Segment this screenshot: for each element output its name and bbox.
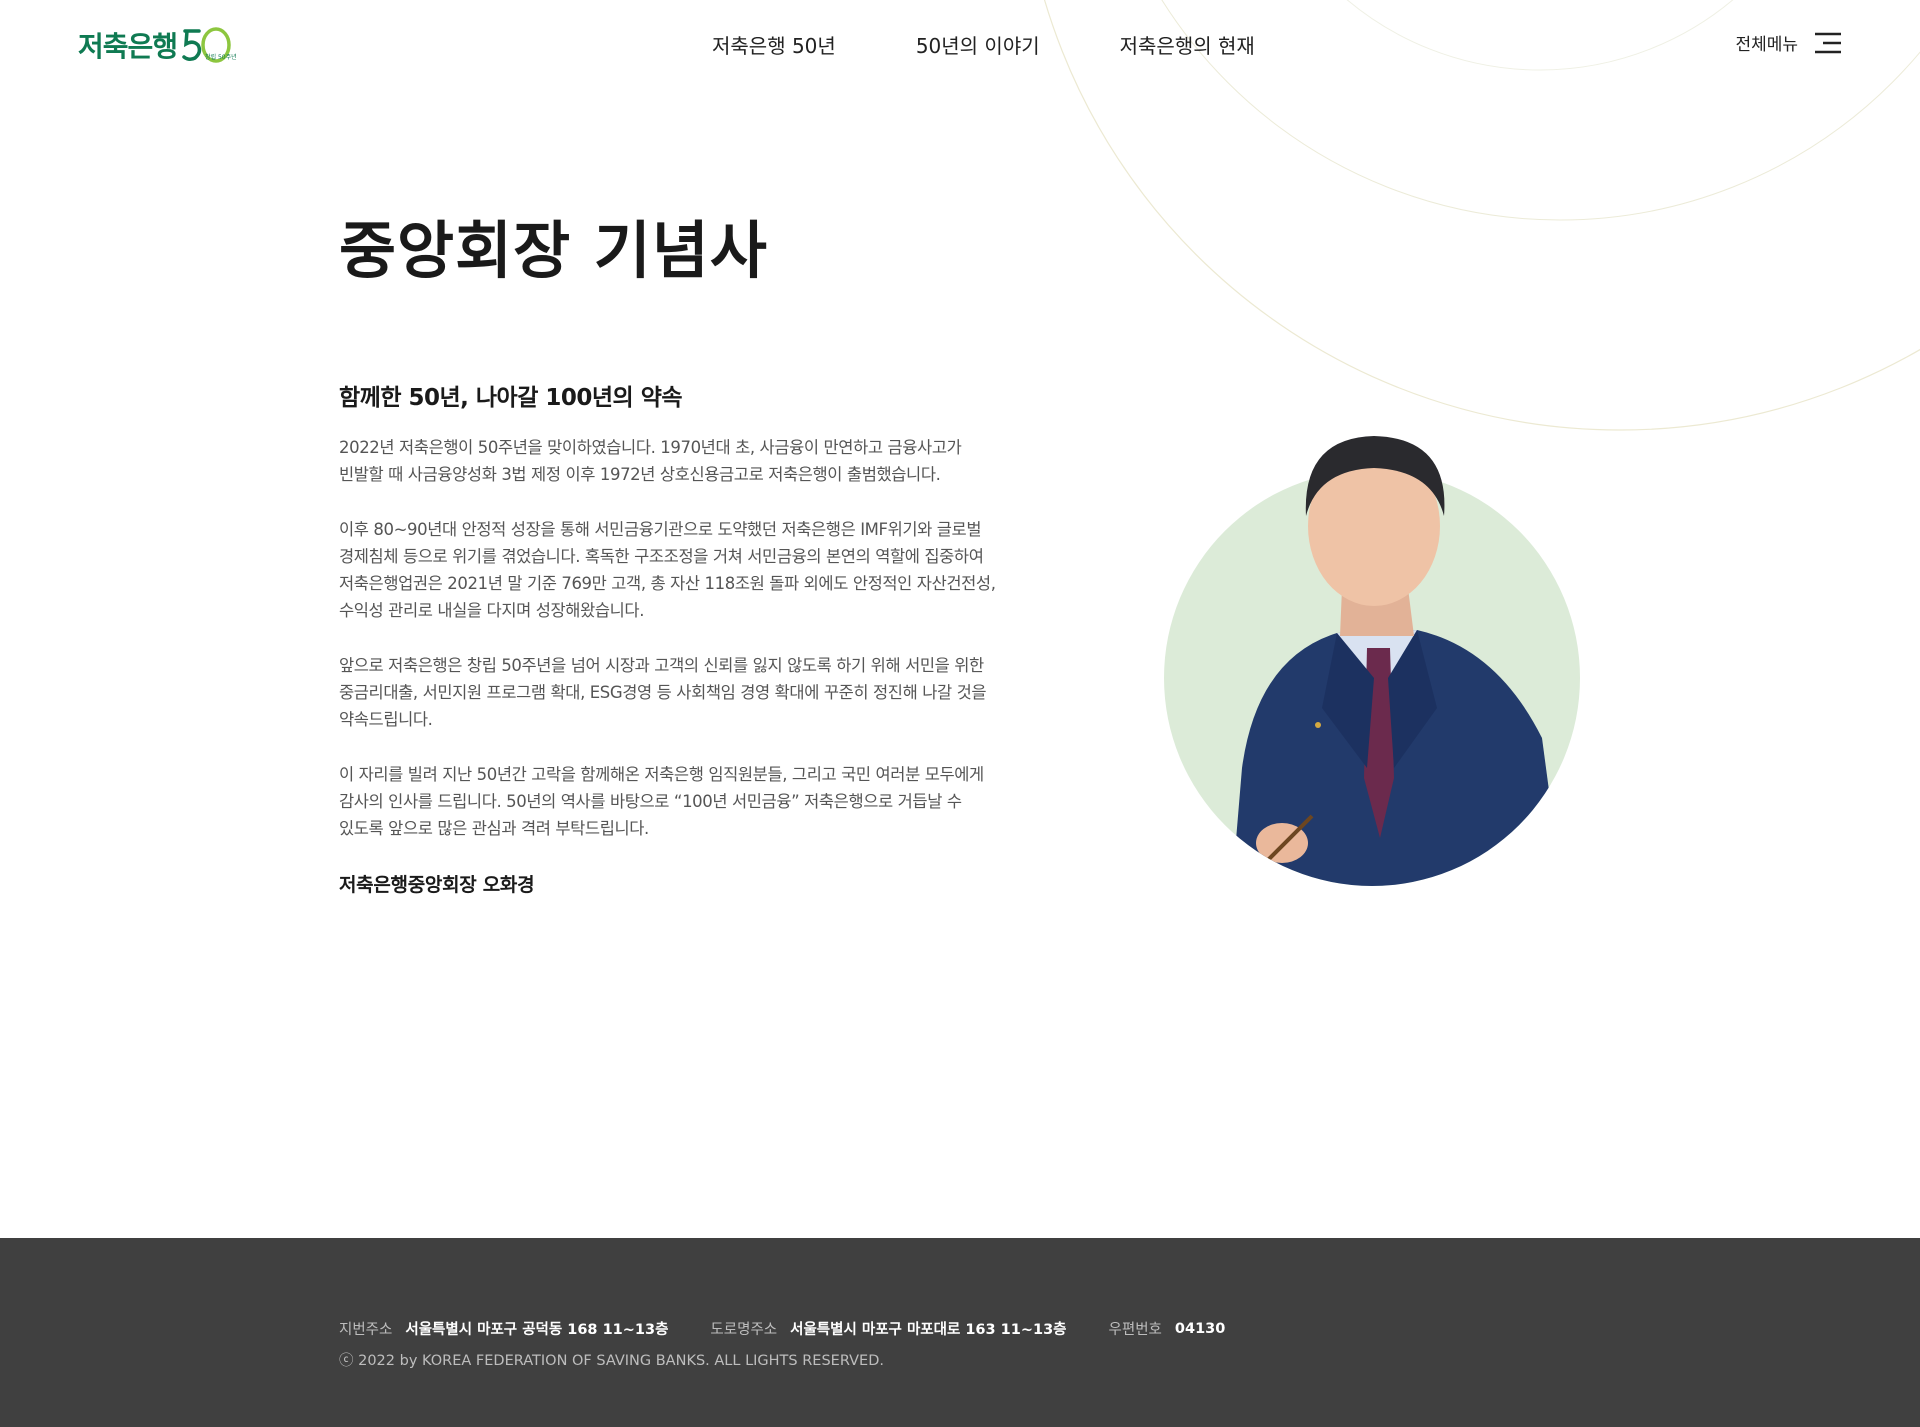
site-footer: 지번주소 서울특별시 마포구 공덕동 168 11~13층 도로명주소 서울특별… bbox=[0, 1238, 1920, 1427]
chairman-portrait bbox=[1164, 436, 1580, 886]
footer-address: 지번주소 서울특별시 마포구 공덕동 168 11~13층 도로명주소 서울특별… bbox=[339, 1318, 1267, 1339]
message-paragraph-2: 이후 80~90년대 안정적 성장을 통해 서민금융기관으로 도약했던 저축은행… bbox=[339, 520, 996, 620]
copyright: ⓒ 2022 by KOREA FEDERATION OF SAVING BAN… bbox=[339, 1353, 884, 1369]
chairman-signature: 저축은행중앙회장 오화경 bbox=[339, 874, 535, 896]
logo-subtext: 창립 50주년 bbox=[205, 54, 237, 61]
nav-item-stories[interactable]: 50년의 이야기 bbox=[916, 30, 1040, 59]
message-body: 함께한 50년, 나아갈 100년의 약속 2022년 저축은행이 50주년을 … bbox=[339, 378, 1069, 897]
lot-address-label: 지번주소 bbox=[339, 1322, 393, 1338]
logo-text: 저축은행 bbox=[78, 30, 178, 63]
hamburger-icon bbox=[1815, 32, 1841, 53]
postal-code-label: 우편번호 bbox=[1108, 1322, 1162, 1338]
lot-address-value: 서울특별시 마포구 공덕동 168 11~13층 bbox=[405, 1322, 669, 1338]
postal-code-value: 04130 bbox=[1174, 1320, 1226, 1337]
site-logo[interactable]: 저축은행 창립 50주년 bbox=[78, 22, 237, 68]
site-header: 저축은행 창립 50주년 저축은행 50년 50년의 이야기 저축은행의 현재 … bbox=[0, 0, 1920, 90]
page-title: 중앙회장 기념사 bbox=[339, 214, 768, 287]
road-address-value: 서울특별시 마포구 마포대로 163 11~13층 bbox=[790, 1322, 1067, 1338]
message-paragraph-4: 이 자리를 빌려 지난 50년간 고락을 함께해온 저축은행 임직원분들, 그리… bbox=[339, 765, 984, 838]
message-subtitle: 함께한 50년, 나아갈 100년의 약속 bbox=[339, 385, 683, 411]
message-paragraph-3: 앞으로 저축은행은 창립 50주년을 넘어 시장과 고객의 신뢰를 잃지 않도록… bbox=[339, 656, 987, 729]
main-nav: 저축은행 50년 50년의 이야기 저축은행의 현재 bbox=[712, 30, 1335, 59]
nav-item-present[interactable]: 저축은행의 현재 bbox=[1120, 30, 1255, 59]
full-menu-label: 전체메뉴 bbox=[1735, 35, 1798, 55]
logo-50-mark: 창립 50주년 bbox=[181, 23, 237, 67]
message-paragraph-1: 2022년 저축은행이 50주년을 맞이하였습니다. 1970년대 초, 사금융… bbox=[339, 438, 962, 484]
nav-item-history[interactable]: 저축은행 50년 bbox=[712, 30, 836, 59]
full-menu-button[interactable]: 전체메뉴 bbox=[1735, 30, 1842, 55]
road-address-label: 도로명주소 bbox=[710, 1322, 778, 1338]
